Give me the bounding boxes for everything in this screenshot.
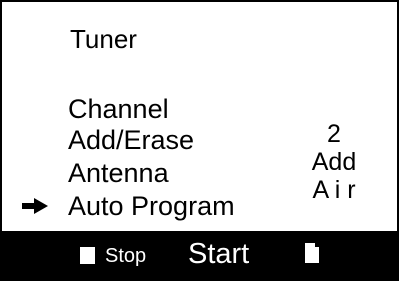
start-square-icon[interactable] bbox=[305, 243, 319, 263]
auto-program-value: A i r bbox=[312, 176, 356, 204]
antenna-value: Add bbox=[311, 148, 357, 176]
menu-item-auto-program[interactable]: Auto Program bbox=[68, 191, 235, 221]
bottom-bar: Stop Start bbox=[2, 231, 397, 279]
menu-item-channel[interactable]: Channel bbox=[68, 94, 169, 124]
add-erase-value: 2 bbox=[327, 120, 341, 148]
menu-item-antenna[interactable]: Antenna bbox=[68, 158, 169, 188]
icon-corner-notch bbox=[315, 243, 319, 247]
start-label[interactable]: Start bbox=[188, 238, 249, 270]
stop-label[interactable]: Stop bbox=[105, 245, 146, 267]
arrow-right-icon bbox=[22, 198, 48, 214]
tuner-screen: Tuner Channel Add/Erase Antenna Auto Pro… bbox=[0, 0, 399, 281]
page-title: Tuner bbox=[70, 24, 137, 54]
menu-item-add-erase[interactable]: Add/Erase bbox=[68, 125, 194, 155]
stop-square-icon[interactable] bbox=[80, 247, 95, 264]
